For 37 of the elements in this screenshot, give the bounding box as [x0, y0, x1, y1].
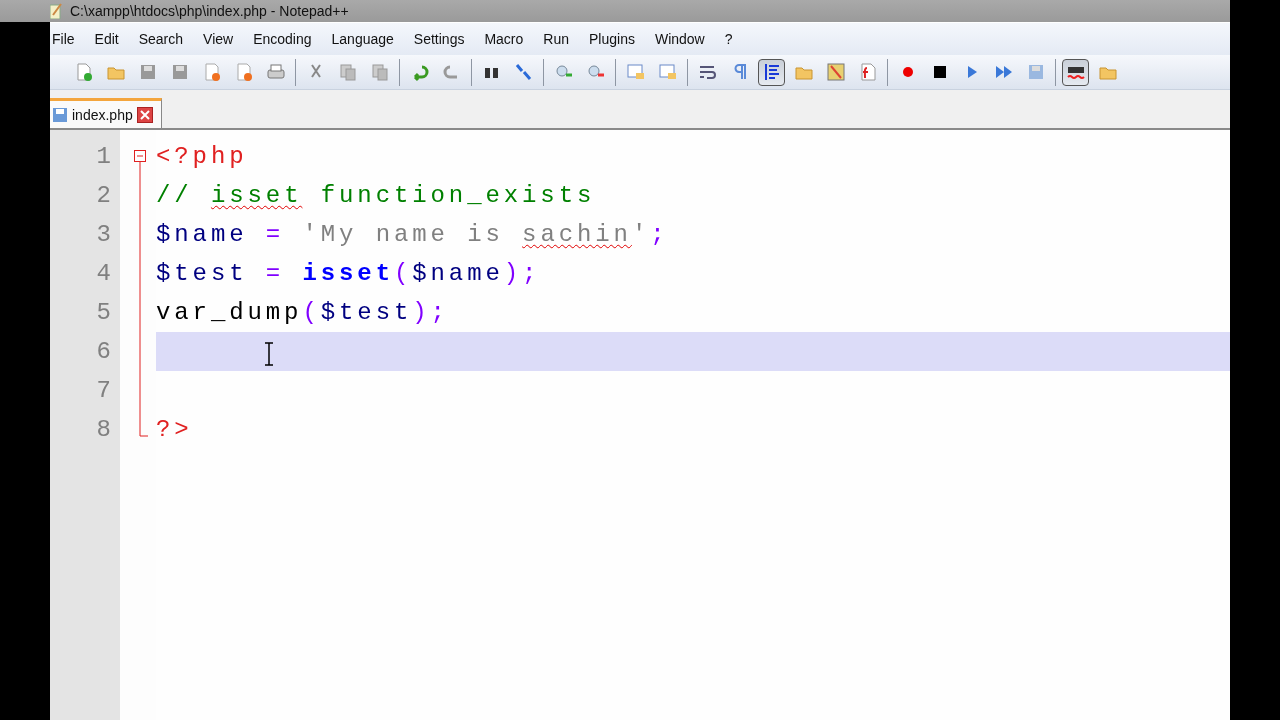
line-number: 1: [95, 142, 112, 172]
line-number: 4: [95, 259, 112, 289]
menu-item[interactable]: Settings: [411, 31, 473, 47]
code-text: $name = 'My name is sachin';: [156, 221, 669, 248]
menu-item[interactable]: Search: [136, 31, 192, 47]
line-number: 7: [95, 376, 112, 406]
code-text: <?php: [156, 143, 248, 170]
close-icon[interactable]: [136, 106, 153, 123]
menu-item[interactable]: Encoding: [251, 31, 320, 47]
menu-item[interactable]: Plugins: [587, 31, 643, 47]
menu-item[interactable]: Language: [329, 31, 402, 47]
paste-icon: [369, 62, 390, 82]
menu-item[interactable]: Macro: [482, 31, 532, 47]
menu-item[interactable]: View: [201, 31, 242, 47]
menu-item[interactable]: Window: [652, 31, 713, 47]
printer-icon: [265, 62, 286, 82]
line-number: 2: [95, 181, 112, 211]
code-text: $test = isset($name);: [156, 260, 541, 287]
window-title: C:\xampp\htdocs\php\index.php - Notepad++: [70, 3, 349, 19]
indent-guide-button[interactable]: [758, 58, 785, 86]
notepad-icon: [50, 3, 62, 19]
menu-item[interactable]: Edit: [92, 31, 127, 47]
line-number: 5: [95, 298, 112, 328]
menu-item[interactable]: Run: [541, 31, 577, 47]
line-number: 6: [95, 337, 112, 367]
line-number: 3: [95, 220, 112, 250]
code-text: var_dump($test);: [156, 299, 449, 326]
spell-check-button[interactable]: [1062, 58, 1089, 86]
copy-icon: [337, 62, 358, 82]
menu-item[interactable]: ?: [722, 31, 741, 47]
code-text: // isset function_exists: [156, 182, 596, 209]
text-cursor-icon: [264, 342, 274, 366]
code-text: ?>: [156, 416, 193, 443]
save-icon: [52, 106, 68, 123]
file-tab[interactable]: index.php: [50, 98, 162, 128]
line-number: 8: [95, 415, 112, 445]
menu-item[interactable]: File: [50, 31, 83, 47]
